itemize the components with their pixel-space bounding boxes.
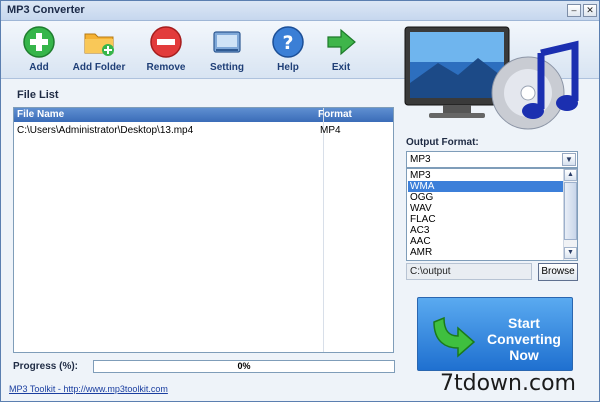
minimize-icon: –	[571, 5, 577, 15]
format-option-wav[interactable]: WAV	[408, 203, 564, 214]
chevron-down-icon: ▼	[565, 155, 573, 164]
svg-text:?: ?	[282, 32, 293, 54]
monitor-music-illustration	[404, 26, 579, 130]
start-converting-button[interactable]: Start Converting Now	[417, 297, 573, 371]
browse-button[interactable]: Browse	[538, 263, 578, 281]
output-path-value: C:\output	[410, 266, 451, 277]
dropdown-button[interactable]: ▼	[562, 153, 576, 166]
listbox-scrollbar[interactable]: ▲ ▼	[563, 169, 577, 260]
help-label: Help	[277, 62, 299, 73]
app-window: MP3 Converter – ✕ Add Add Folder Remove …	[0, 0, 600, 402]
start-converting-label: Start Converting Now	[487, 315, 561, 363]
file-list-label: File List	[17, 89, 59, 101]
table-row[interactable]: C:\Users\Administrator\Desktop\13.mp4 MP…	[14, 124, 393, 138]
setting-label: Setting	[210, 62, 244, 73]
close-button[interactable]: ✕	[583, 4, 597, 17]
format-option-ac3[interactable]: AC3	[408, 225, 564, 236]
format-option-flac[interactable]: FLAC	[408, 214, 564, 225]
remove-icon	[150, 26, 182, 58]
progress-label: Progress (%):	[13, 361, 79, 372]
file-table-header: File Name Format	[14, 108, 393, 122]
setting-button[interactable]: Setting	[197, 25, 257, 77]
help-icon: ?	[272, 26, 304, 58]
help-button[interactable]: ? Help	[258, 25, 318, 77]
setting-icon	[213, 31, 241, 53]
remove-button[interactable]: Remove	[136, 25, 196, 77]
add-icon	[23, 26, 55, 58]
watermark-text: 7tdown.com	[440, 371, 576, 396]
scroll-down-button[interactable]: ▼	[564, 247, 577, 259]
scroll-up-button[interactable]: ▲	[564, 169, 577, 181]
chevron-down-icon: ▼	[567, 249, 574, 256]
add-folder-button[interactable]: Add Folder	[69, 25, 129, 77]
add-button[interactable]: Add	[9, 25, 69, 77]
output-format-label: Output Format:	[406, 137, 479, 148]
footer-link[interactable]: MP3 Toolkit - http://www.mp3toolkit.com	[9, 384, 168, 394]
convert-arrow-icon	[433, 316, 476, 358]
output-format-value: MP3	[410, 154, 431, 165]
minimize-button[interactable]: –	[567, 4, 581, 17]
format-option-wma[interactable]: WMA	[408, 181, 564, 192]
chevron-up-icon: ▲	[567, 171, 574, 178]
remove-label: Remove	[146, 62, 186, 73]
exit-icon	[327, 28, 356, 56]
format-option-aac[interactable]: AAC	[408, 236, 564, 247]
format-cell: MP4	[320, 125, 341, 136]
add-folder-icon	[84, 33, 114, 56]
output-path-field[interactable]: C:\output	[406, 263, 532, 280]
output-format-select[interactable]: MP3 ▼	[406, 151, 578, 168]
file-name-cell: C:\Users\Administrator\Desktop\13.mp4	[17, 125, 194, 136]
column-header-file-name[interactable]: File Name	[17, 109, 64, 120]
add-label: Add	[29, 62, 49, 73]
close-icon: ✕	[586, 5, 594, 15]
exit-label: Exit	[331, 62, 351, 73]
format-listbox[interactable]: MP3 WMA OGG WAV FLAC AC3 AAC AMR ▲ ▼	[406, 168, 578, 261]
progress-text: 0%	[237, 361, 251, 371]
exit-button[interactable]: Exit	[311, 25, 371, 77]
file-table[interactable]: File Name Format C:\Users\Administrator\…	[13, 107, 394, 353]
format-option-mp3[interactable]: MP3	[408, 170, 564, 181]
title-bar: MP3 Converter – ✕	[1, 1, 599, 21]
progress-bar: 0%	[93, 360, 395, 373]
scroll-thumb[interactable]	[564, 182, 577, 240]
format-option-amr[interactable]: AMR	[408, 247, 564, 258]
add-folder-label: Add Folder	[72, 62, 126, 73]
column-divider	[323, 108, 324, 352]
format-option-ogg[interactable]: OGG	[408, 192, 564, 203]
window-title: MP3 Converter	[7, 4, 85, 16]
